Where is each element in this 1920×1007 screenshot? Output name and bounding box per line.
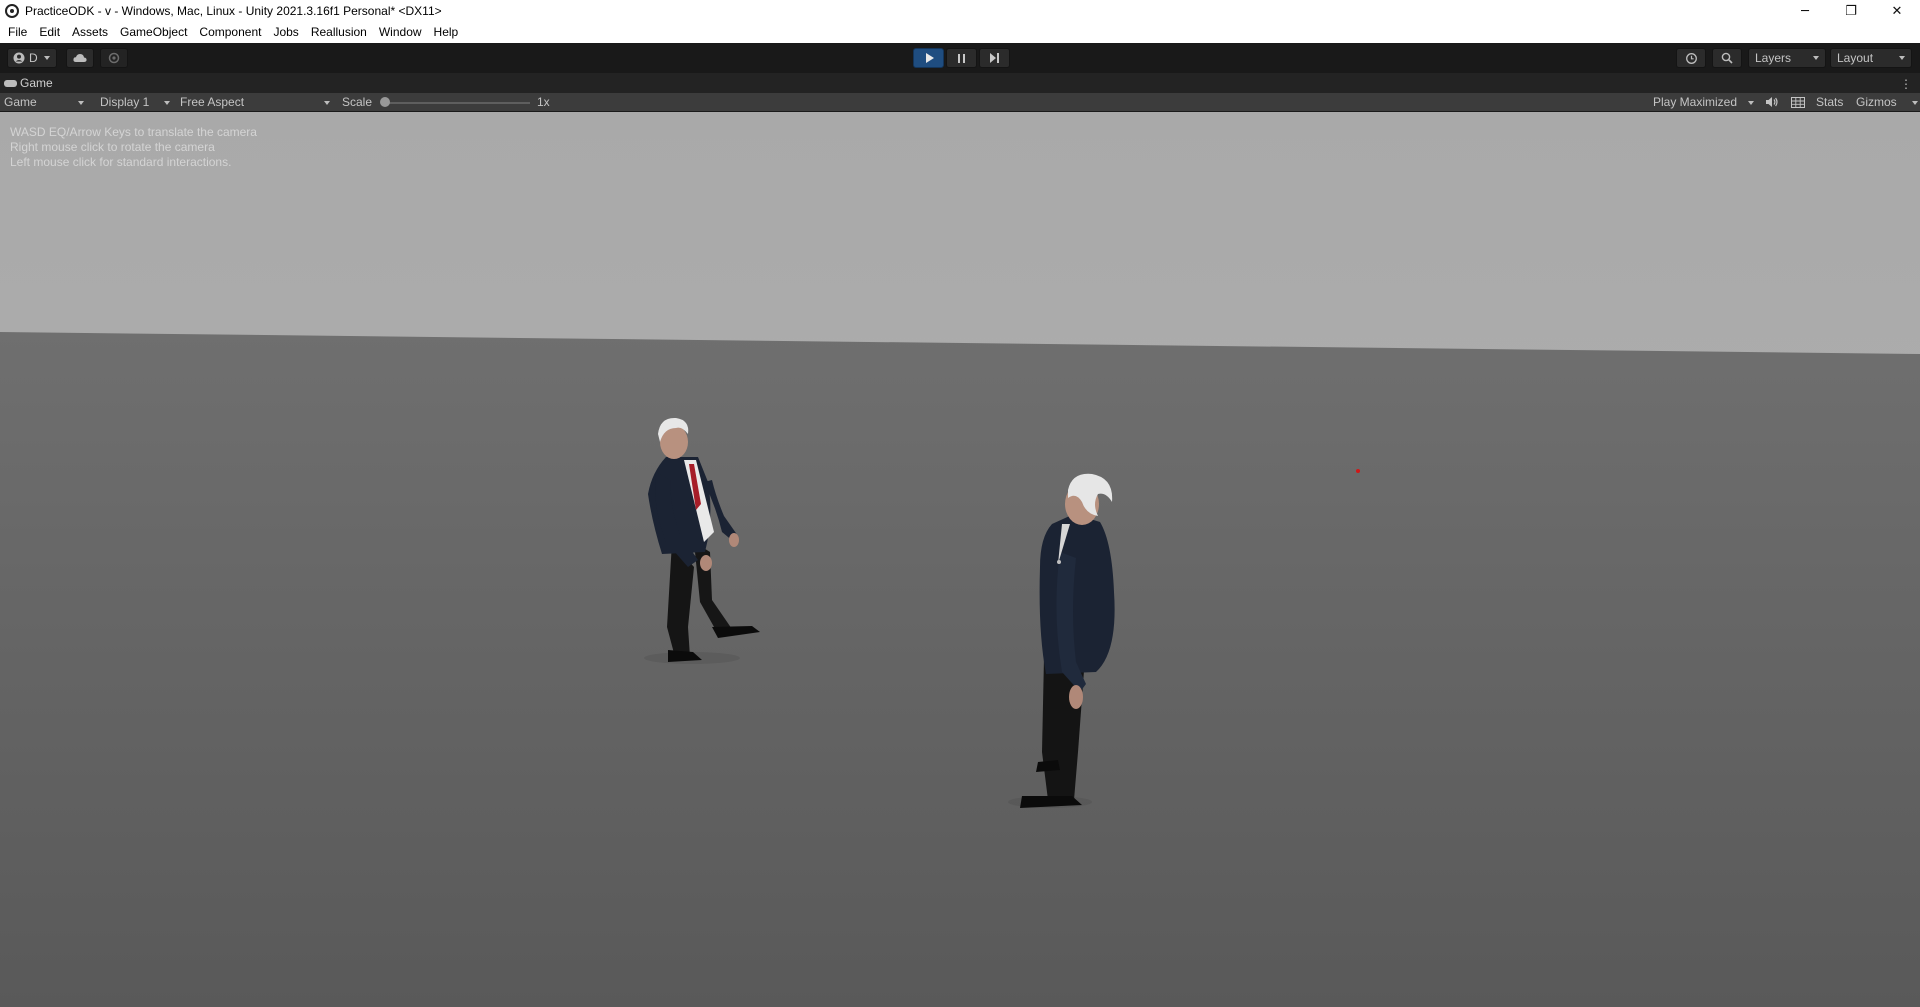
tab-game-label: Game: [20, 76, 53, 90]
collab-group: [100, 48, 128, 68]
unity-logo-icon: [5, 4, 19, 18]
chevron-down-icon: [1748, 101, 1754, 105]
mute-audio-button[interactable]: [1765, 93, 1781, 112]
menu-component[interactable]: Component: [193, 22, 267, 43]
step-button[interactable]: [979, 48, 1010, 68]
account-group: D: [7, 48, 57, 68]
gamepad-icon: [4, 79, 17, 87]
chevron-down-icon: [1912, 101, 1918, 105]
play-button[interactable]: [913, 48, 944, 68]
display-dropdown[interactable]: Display 1: [100, 93, 172, 112]
layout-label: Layout: [1837, 51, 1874, 65]
scale-slider-track[interactable]: [385, 102, 530, 104]
menu-edit[interactable]: Edit: [33, 22, 66, 43]
close-button[interactable]: ✕: [1874, 0, 1920, 22]
help-line-rotate: Right mouse click to rotate the camera: [10, 140, 215, 154]
chevron-down-icon: [1899, 56, 1905, 60]
gizmos-dropdown[interactable]: Gizmos: [1856, 93, 1920, 112]
history-icon: [1685, 52, 1697, 64]
window-title: PracticeODK - v - Windows, Mac, Linux - …: [25, 4, 442, 18]
stats-button[interactable]: Stats: [1816, 93, 1843, 112]
grid-icon: [1791, 97, 1805, 108]
chevron-down-icon: [43, 56, 50, 60]
help-line-interact: Left mouse click for standard interactio…: [10, 155, 232, 169]
collab-button[interactable]: [100, 48, 128, 68]
account-icon: [13, 52, 25, 64]
speaker-icon: [1766, 97, 1778, 107]
menu-gameobject[interactable]: GameObject: [114, 22, 193, 43]
menu-window[interactable]: Window: [373, 22, 428, 43]
chevron-down-icon: [164, 101, 170, 105]
collab-icon: [108, 52, 120, 64]
chevron-down-icon: [78, 101, 84, 105]
pause-icon: [958, 53, 965, 63]
search-icon: [1721, 52, 1733, 64]
main-toolbar: D Layers Layout: [0, 43, 1920, 73]
search-group: [1712, 48, 1742, 68]
playback-controls: [913, 48, 1010, 68]
pause-button[interactable]: [946, 48, 977, 68]
play-icon: [925, 53, 934, 63]
scale-slider-thumb[interactable]: [380, 97, 390, 107]
layers-group: Layers: [1748, 48, 1826, 68]
menu-assets[interactable]: Assets: [66, 22, 114, 43]
minimize-button[interactable]: ─: [1782, 0, 1828, 22]
display-label: Display 1: [100, 95, 150, 109]
layout-dropdown[interactable]: Layout: [1830, 48, 1912, 68]
layers-dropdown[interactable]: Layers: [1748, 48, 1826, 68]
scene-render: [0, 112, 1920, 1007]
help-line-translate: WASD EQ/Arrow Keys to translate the came…: [10, 125, 257, 139]
title-bar: PracticeODK - v - Windows, Mac, Linux - …: [0, 0, 1920, 22]
account-label: D: [29, 51, 38, 65]
layers-label: Layers: [1755, 51, 1792, 65]
play-mode-label: Play Maximized: [1653, 95, 1738, 109]
search-button[interactable]: [1712, 48, 1742, 68]
gizmos-label: Gizmos: [1856, 95, 1897, 109]
red-marker: [1356, 469, 1360, 473]
account-dropdown[interactable]: D: [7, 48, 57, 68]
camera-help-text: WASD EQ/Arrow Keys to translate the came…: [10, 125, 257, 170]
game-viewport[interactable]: WASD EQ/Arrow Keys to translate the came…: [0, 112, 1920, 1007]
menu-reallusion[interactable]: Reallusion: [305, 22, 373, 43]
step-forward-icon: [990, 53, 999, 63]
menu-bar: File Edit Assets GameObject Component Jo…: [0, 22, 1920, 43]
play-mode-dropdown[interactable]: Play Maximized: [1653, 93, 1756, 112]
chevron-down-icon: [1813, 56, 1819, 60]
scale-value: 1x: [537, 95, 550, 109]
more-options-icon[interactable]: ⋮: [1900, 77, 1912, 91]
keyboard-shortcuts-button[interactable]: [1791, 93, 1807, 112]
cloud-button[interactable]: [66, 48, 94, 68]
scale-label: Scale: [342, 95, 373, 109]
history-group: [1676, 48, 1706, 68]
undo-history-button[interactable]: [1676, 48, 1706, 68]
window-controls: ─ ❐ ✕: [1782, 0, 1920, 22]
cloud-icon: [73, 54, 87, 62]
game-tab-bar: Game ⋮: [0, 73, 1920, 93]
game-view-toolbar: Game Display 1 Free Aspect Scale 1x Play…: [0, 93, 1920, 112]
restore-button[interactable]: ❐: [1828, 0, 1874, 22]
cloud-group: [66, 48, 94, 68]
tab-game[interactable]: Game: [4, 76, 53, 90]
aspect-dropdown[interactable]: Free Aspect: [180, 93, 332, 112]
menu-jobs[interactable]: Jobs: [267, 22, 304, 43]
menu-help[interactable]: Help: [428, 22, 465, 43]
chevron-down-icon: [324, 101, 330, 105]
ground-plane: [0, 332, 1920, 1007]
view-mode-label: Game: [4, 95, 37, 109]
layout-group: Layout: [1830, 48, 1912, 68]
menu-file[interactable]: File: [2, 22, 33, 43]
view-mode-dropdown[interactable]: Game: [4, 93, 86, 112]
aspect-label: Free Aspect: [180, 95, 245, 109]
